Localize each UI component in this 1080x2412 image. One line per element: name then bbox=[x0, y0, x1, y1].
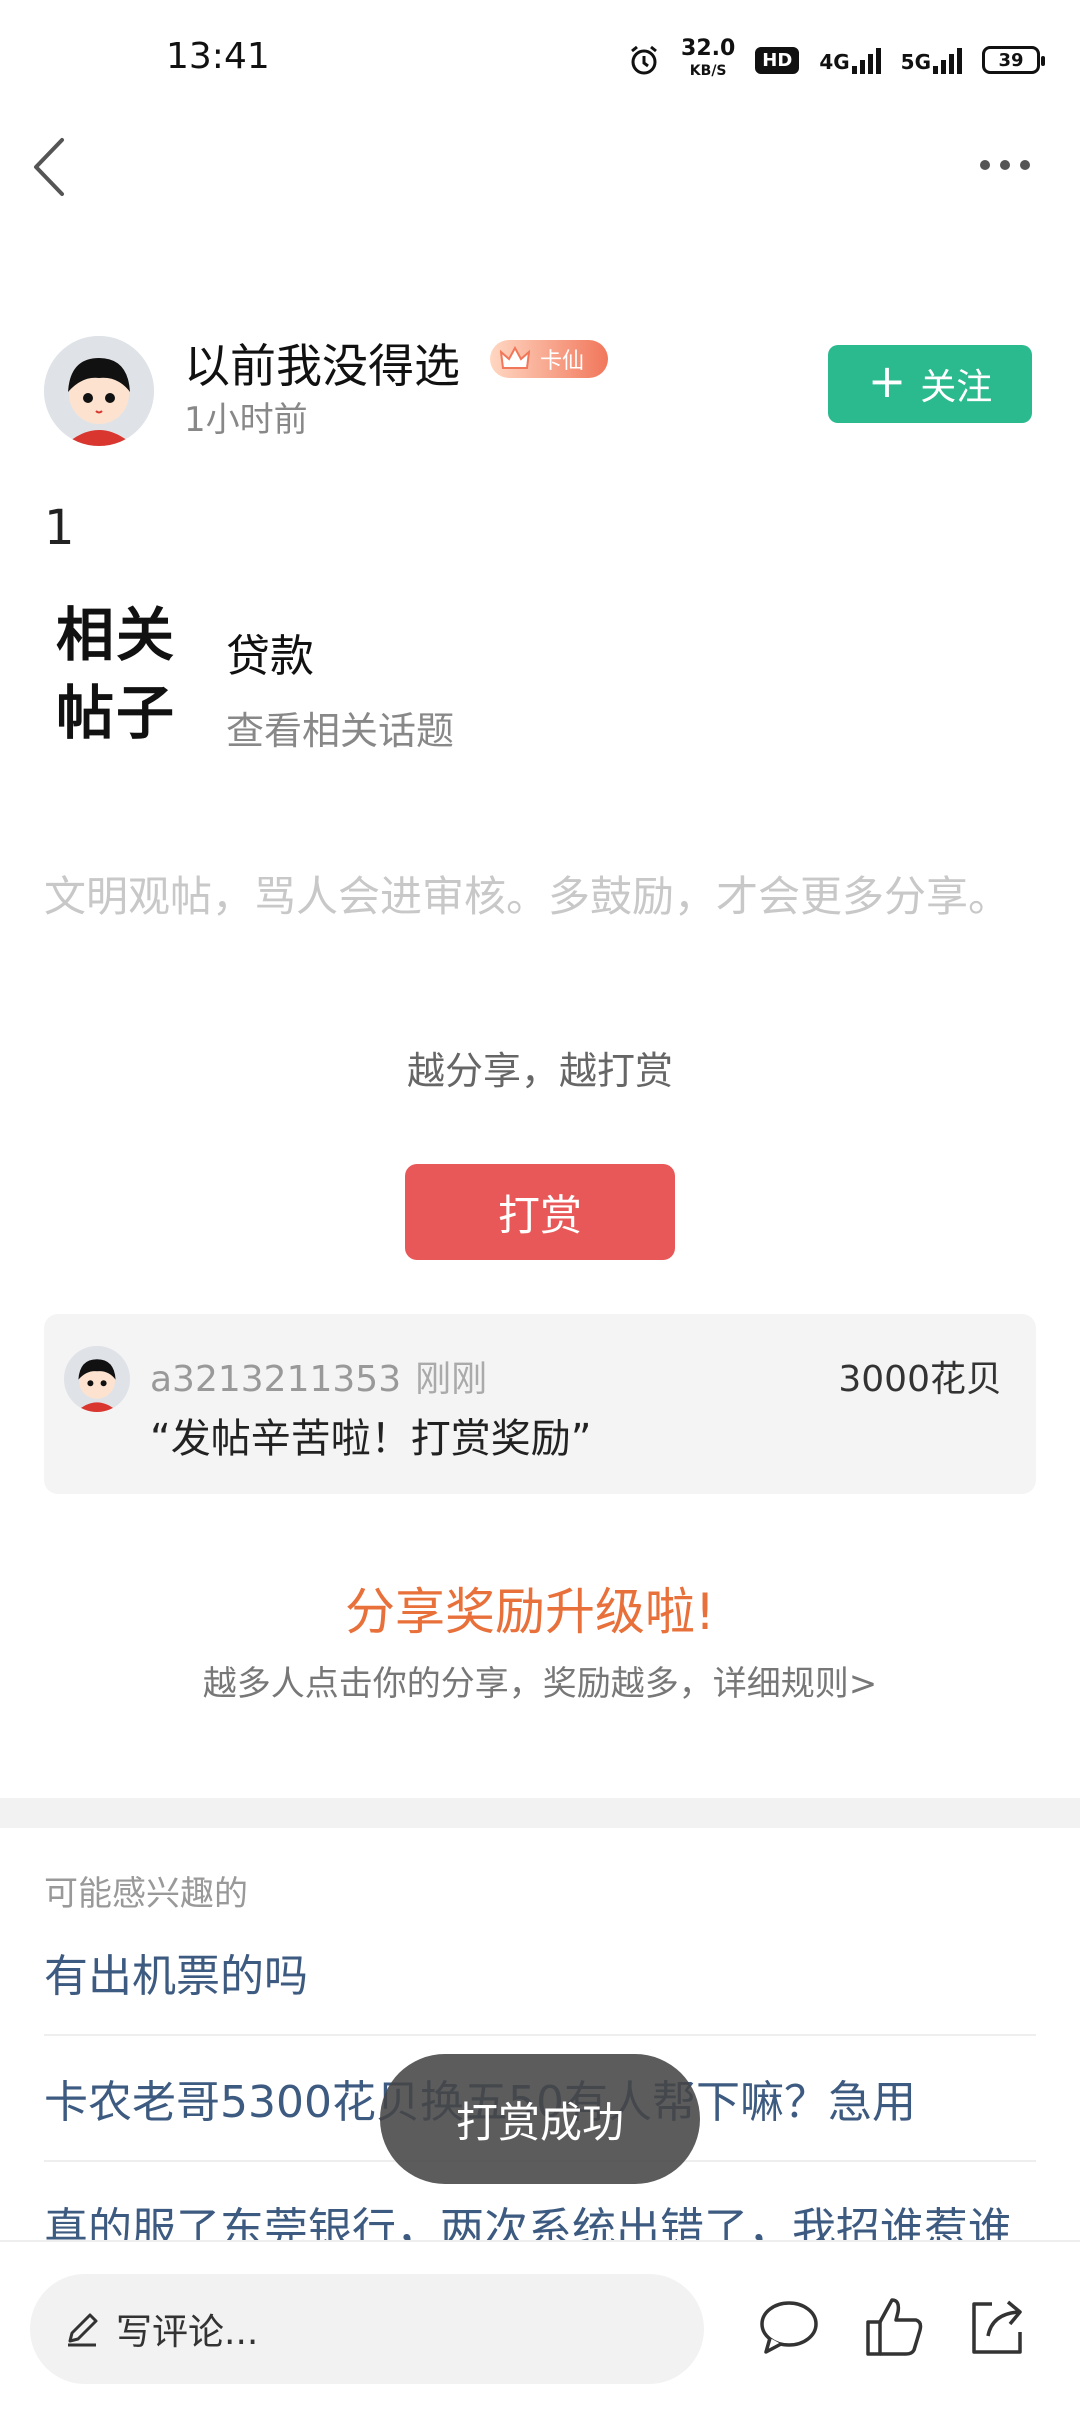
reward-time: 刚刚 bbox=[415, 1359, 488, 1400]
net-speed-unit: KB/S bbox=[689, 63, 727, 79]
author-name[interactable]: 以前我没得选 bbox=[184, 330, 460, 396]
vip-badge: 卡仙 bbox=[490, 340, 608, 378]
post-time: 1小时前 bbox=[184, 400, 308, 440]
civility-notice: 文明观帖，骂人会进审核。多鼓励，才会更多分享。 bbox=[44, 872, 1011, 921]
rewarder-name[interactable]: a3213211353 bbox=[150, 1359, 401, 1400]
follow-button[interactable]: + 关注 bbox=[828, 345, 1032, 423]
hd-icon: HD bbox=[755, 46, 800, 74]
reward-button[interactable]: 打赏 bbox=[405, 1164, 675, 1260]
vip-badge-label: 卡仙 bbox=[540, 349, 585, 374]
comment-placeholder: 写评论... bbox=[116, 2312, 259, 2353]
reward-message: “发帖辛苦啦！打赏奖励” bbox=[150, 1416, 592, 1462]
comment-input[interactable]: 写评论... bbox=[30, 2274, 704, 2384]
like-icon[interactable] bbox=[858, 2292, 928, 2362]
avatar-cartoon-icon bbox=[64, 1346, 130, 1412]
signal-5g: 5G bbox=[901, 46, 962, 74]
reward-tip: 越分享，越打赏 bbox=[406, 1049, 673, 1093]
share-icon[interactable] bbox=[962, 2292, 1032, 2362]
dot-icon bbox=[980, 160, 990, 170]
signal-bars-icon bbox=[851, 46, 881, 74]
post-content: 1 bbox=[44, 500, 75, 556]
author-avatar[interactable] bbox=[44, 336, 154, 446]
net-speed: 32.0 KB/S bbox=[681, 38, 735, 82]
reward-amount: 3000花贝 bbox=[838, 1359, 1002, 1400]
back-button[interactable] bbox=[24, 132, 84, 202]
interest-item[interactable]: 有出机票的吗 bbox=[44, 1910, 1036, 2036]
pencil-icon bbox=[68, 2313, 98, 2347]
status-bar: 13:41 32.0 KB/S HD 4G 5G 39 bbox=[0, 0, 1080, 120]
net-speed-value: 32.0 bbox=[681, 36, 736, 61]
comment-icon[interactable] bbox=[754, 2292, 824, 2362]
section-divider bbox=[0, 1798, 1080, 1828]
more-options-button[interactable] bbox=[980, 150, 1040, 180]
crown-icon bbox=[500, 346, 530, 369]
avatar-cartoon-icon bbox=[44, 336, 154, 446]
toast-message: 打赏成功 bbox=[380, 2054, 700, 2184]
related-logo-line2: 帖子 bbox=[56, 679, 177, 747]
share-rules-link[interactable]: 越多人点击你的分享，奖励越多，详细规则> bbox=[0, 1656, 1080, 1705]
share-reward-title: 分享奖励升级啦! bbox=[344, 1583, 716, 1641]
bottom-action-bar: 写评论... bbox=[0, 2240, 1080, 2412]
plus-icon: + bbox=[867, 354, 907, 408]
battery-level: 39 bbox=[998, 49, 1024, 71]
status-icons: 32.0 KB/S HD 4G 5G 39 bbox=[627, 30, 1045, 90]
post-detail-page: 13:41 32.0 KB/S HD 4G 5G 39 以前我没得选 卡仙 1小… bbox=[0, 0, 1080, 2412]
reward-record: a3213211353 刚刚 3000花贝 “发帖辛苦啦！打赏奖励” bbox=[44, 1314, 1036, 1494]
rewarder-info: a3213211353 刚刚 bbox=[150, 1350, 487, 1402]
related-logo-line1: 相关 bbox=[56, 601, 177, 669]
chevron-left-icon bbox=[34, 138, 64, 196]
signal-4g: 4G bbox=[819, 46, 881, 74]
status-time: 13:41 bbox=[166, 36, 270, 77]
signal-5g-label: 5G bbox=[900, 50, 931, 74]
interest-section-title: 可能感兴趣的 bbox=[44, 1874, 248, 1914]
battery-icon: 39 bbox=[982, 46, 1045, 74]
alarm-icon bbox=[631, 45, 657, 75]
dot-icon bbox=[1000, 160, 1010, 170]
related-topic-link[interactable]: 查看相关话题 bbox=[226, 700, 454, 755]
signal-4g-label: 4G bbox=[819, 50, 850, 74]
dot-icon bbox=[1020, 160, 1030, 170]
signal-bars-icon bbox=[933, 46, 962, 74]
follow-button-label: 关注 bbox=[920, 367, 993, 408]
rewarder-avatar[interactable] bbox=[64, 1346, 130, 1412]
related-topic-title[interactable]: 贷款 bbox=[226, 620, 314, 684]
related-posts-logo: 相关 帖子 bbox=[56, 596, 186, 752]
